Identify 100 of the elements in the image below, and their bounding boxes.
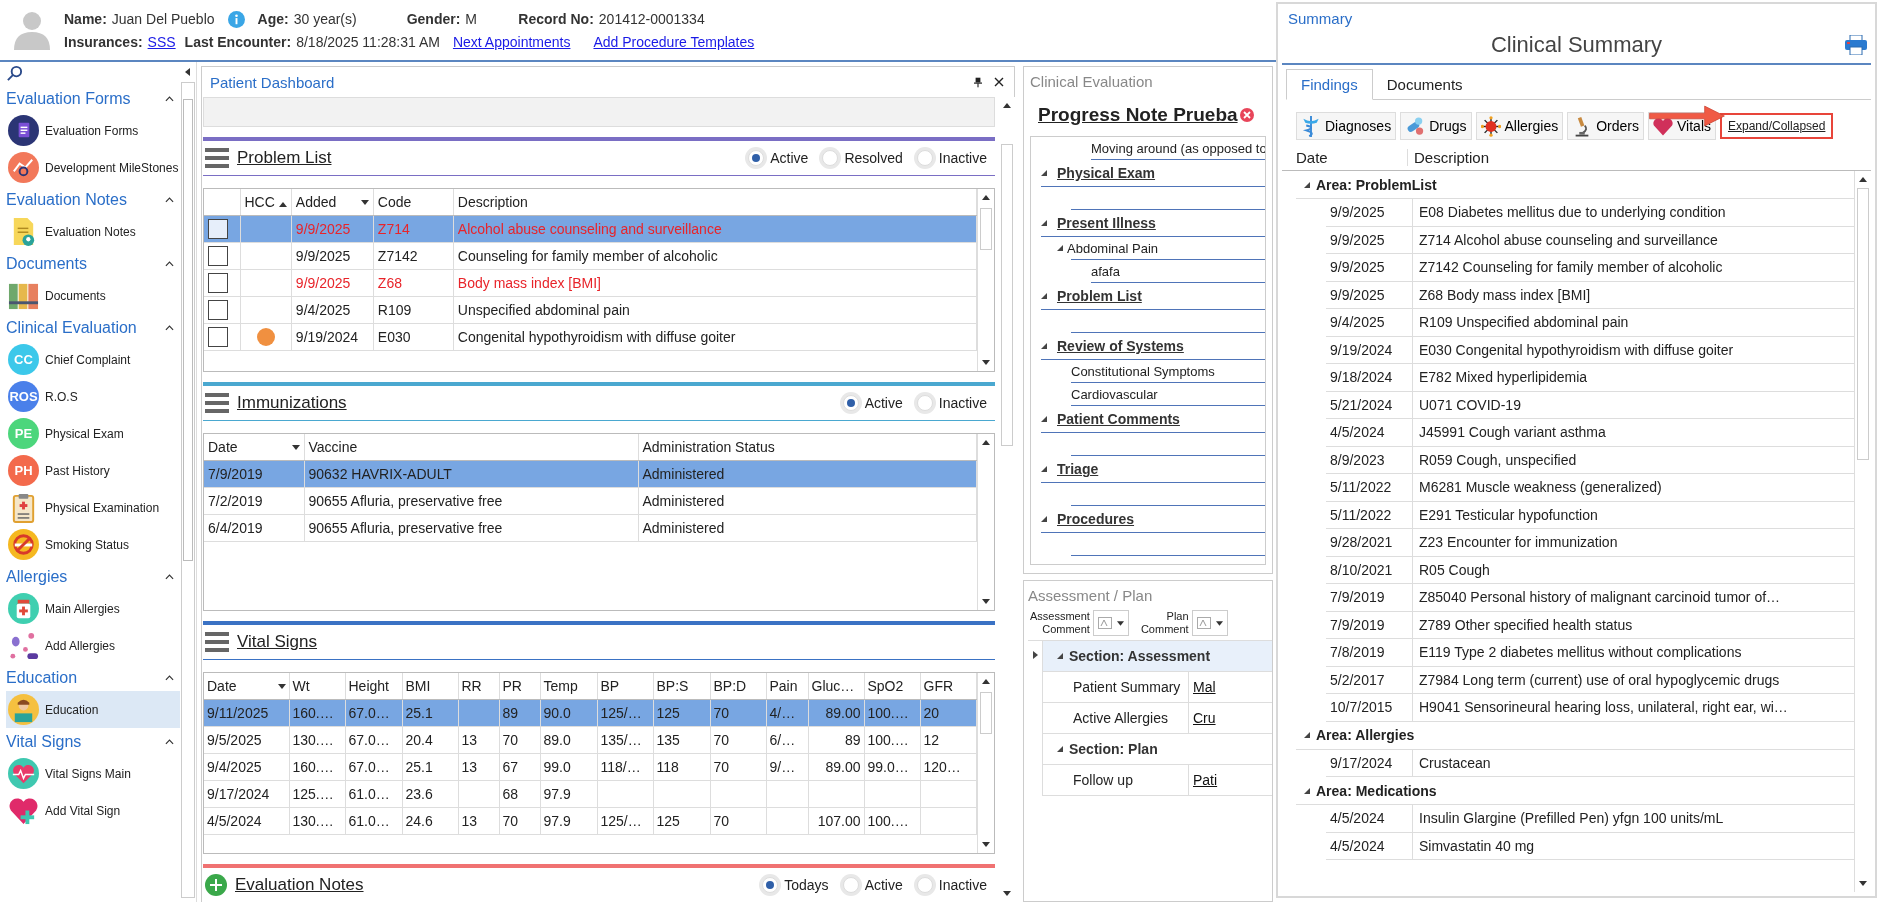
sidebar-item[interactable]: Evaluation Notes [6,213,180,250]
column-header[interactable]: Administration Status [642,439,775,455]
group-header[interactable]: Area: ProblemList [1316,176,1437,193]
scrollbar[interactable] [1854,171,1871,892]
toolbar-button[interactable]: Diagnoses [1296,112,1397,140]
checkbox[interactable] [208,219,228,239]
search-icon[interactable] [6,65,23,82]
section-header[interactable]: Section: Plan [1069,741,1158,758]
table-row[interactable]: 9/19/2024 E030 Congenital hypothyroidism with diffuse goiter [204,323,977,351]
checkbox[interactable] [208,327,228,347]
expand-icon[interactable] [1041,516,1047,522]
column-header[interactable]: Pain [769,678,798,694]
group-header[interactable]: Area: Medications [1316,782,1437,799]
column-header[interactable]: Temp [543,678,578,694]
sidebar-item[interactable]: Smoking Status [6,526,180,563]
column-header[interactable]: GFR [923,678,954,694]
note-title[interactable]: Progress Note Prueba [1038,104,1238,126]
dropdown-icon[interactable] [277,684,286,689]
sidebar-item[interactable]: PH Past History [6,452,180,489]
menu-icon[interactable] [205,631,229,653]
dropdown-icon[interactable] [360,200,369,205]
radio-button[interactable]: Inactive [916,150,987,166]
expand-icon[interactable] [1041,466,1047,472]
column-header[interactable]: Description [457,194,528,210]
table-row[interactable]: 9/4/2025 160.… 67.0… 25.1 13 67 99.0 118/… 118 70 9/… 89.00 99.0… 120… [204,753,977,781]
info-icon[interactable] [227,10,245,28]
column-header[interactable]: RR [461,678,482,694]
sidebar-item[interactable]: PE Physical Exam [6,415,180,452]
close-icon[interactable] [994,77,1004,87]
table-row[interactable]: 9/11/2025 160.… 67.0… 25.1 89 90.0 125/… 125 70 4/… 89.00 100.… 20 [204,699,977,727]
column-header[interactable]: BP [600,678,620,694]
column-header[interactable]: Code [377,194,412,210]
scrollbar[interactable] [977,189,994,371]
scrollbar[interactable] [977,673,994,853]
section-title[interactable]: Vital Signs [237,632,995,652]
column-header[interactable]: PR [502,678,522,694]
radio-button[interactable]: Inactive [916,877,987,893]
menu-icon[interactable] [205,147,229,169]
tree-section[interactable]: Patient Comments [1057,411,1180,427]
expand-icon[interactable] [1041,293,1047,299]
radio-button[interactable]: Todays [762,877,829,893]
column-header[interactable]: Added [295,194,337,210]
pin-icon[interactable] [974,76,982,88]
tree-section[interactable]: Procedures [1057,511,1135,527]
sidebar-item[interactable]: ROS R.O.S [6,378,180,415]
column-header[interactable]: BP:S [656,678,689,694]
group-header[interactable]: Area: Allergies [1316,727,1415,743]
table-row[interactable]: 9/4/2025 R109 Unspecified abdominal pain [204,296,977,324]
sidebar-item[interactable]: CC Chief Complaint [6,341,180,378]
toolbar-button[interactable]: Drugs [1400,112,1472,140]
sidebar-item[interactable]: Add Vital Sign [6,792,180,829]
sidebar-item[interactable]: Education [6,691,180,728]
column-header[interactable]: Wt [292,678,310,694]
tab[interactable]: Findings [1286,69,1373,100]
add-icon[interactable] [205,874,227,896]
sidebar-item[interactable]: Development MileStones [6,149,180,186]
header-link[interactable]: Next Appointments [452,33,571,50]
expand-icon[interactable] [1041,343,1047,349]
tree-item[interactable]: Constitutional Symptoms [1071,363,1215,379]
expand-icon[interactable] [1304,181,1310,188]
collapse-icon[interactable] [165,573,174,580]
collapse-icon[interactable] [165,260,174,267]
radio-button[interactable]: Inactive [916,395,987,411]
sidebar-item[interactable]: Evaluation Forms [6,112,180,149]
expand-icon[interactable] [1304,787,1310,794]
collapse-icon[interactable] [165,196,174,203]
tree-section[interactable]: Review of Systems [1057,338,1184,354]
toolbar-button[interactable]: Allergies [1475,112,1564,140]
table-row[interactable]: 9/9/2025 Z68 Body mass index [BMI] [204,269,977,297]
column-header[interactable]: HCC [244,194,275,210]
tree-section[interactable]: Present Illness [1057,215,1156,231]
section-title[interactable]: Immunizations [237,393,835,413]
column-header[interactable]: Description [1408,148,1490,166]
sidebar-item[interactable]: Documents [6,277,180,314]
sidebar-item[interactable]: Add Allergies [6,627,180,664]
checkbox[interactable] [208,300,228,320]
column-header[interactable]: Height [348,678,389,694]
section-title[interactable]: Problem List [237,148,741,168]
expand-icon[interactable] [1304,732,1310,738]
column-header[interactable]: Vaccine [308,439,358,455]
menu-icon[interactable] [205,392,229,414]
table-row[interactable]: 7/9/2019 90632 HAVRIX-ADULT Administered [204,460,977,488]
expand-collapse-link[interactable]: Expand/Collapsed [1720,113,1834,139]
expand-icon[interactable] [1057,746,1063,753]
column-header[interactable]: SpO2 [867,678,904,694]
insurance-link[interactable]: SSS [147,33,176,50]
tree-item[interactable]: Abdominal Pain [1067,240,1159,256]
column-header[interactable]: Date [1282,148,1408,166]
tree-section[interactable]: Physical Exam [1057,165,1156,181]
tab[interactable]: Documents [1372,69,1477,99]
tree-item[interactable]: Cardiovascular [1071,386,1158,402]
column-header[interactable]: Gluc… [811,678,855,694]
expand-icon[interactable] [1057,245,1063,251]
remove-icon[interactable] [1239,108,1254,122]
property-link[interactable]: Pati [1193,772,1218,789]
toolbar-button[interactable]: Orders [1567,112,1644,140]
sidebar-item[interactable]: Vital Signs Main [6,755,180,792]
expand-icon[interactable] [1041,416,1047,422]
collapse-icon[interactable] [165,674,174,681]
checkbox[interactable] [208,246,228,266]
